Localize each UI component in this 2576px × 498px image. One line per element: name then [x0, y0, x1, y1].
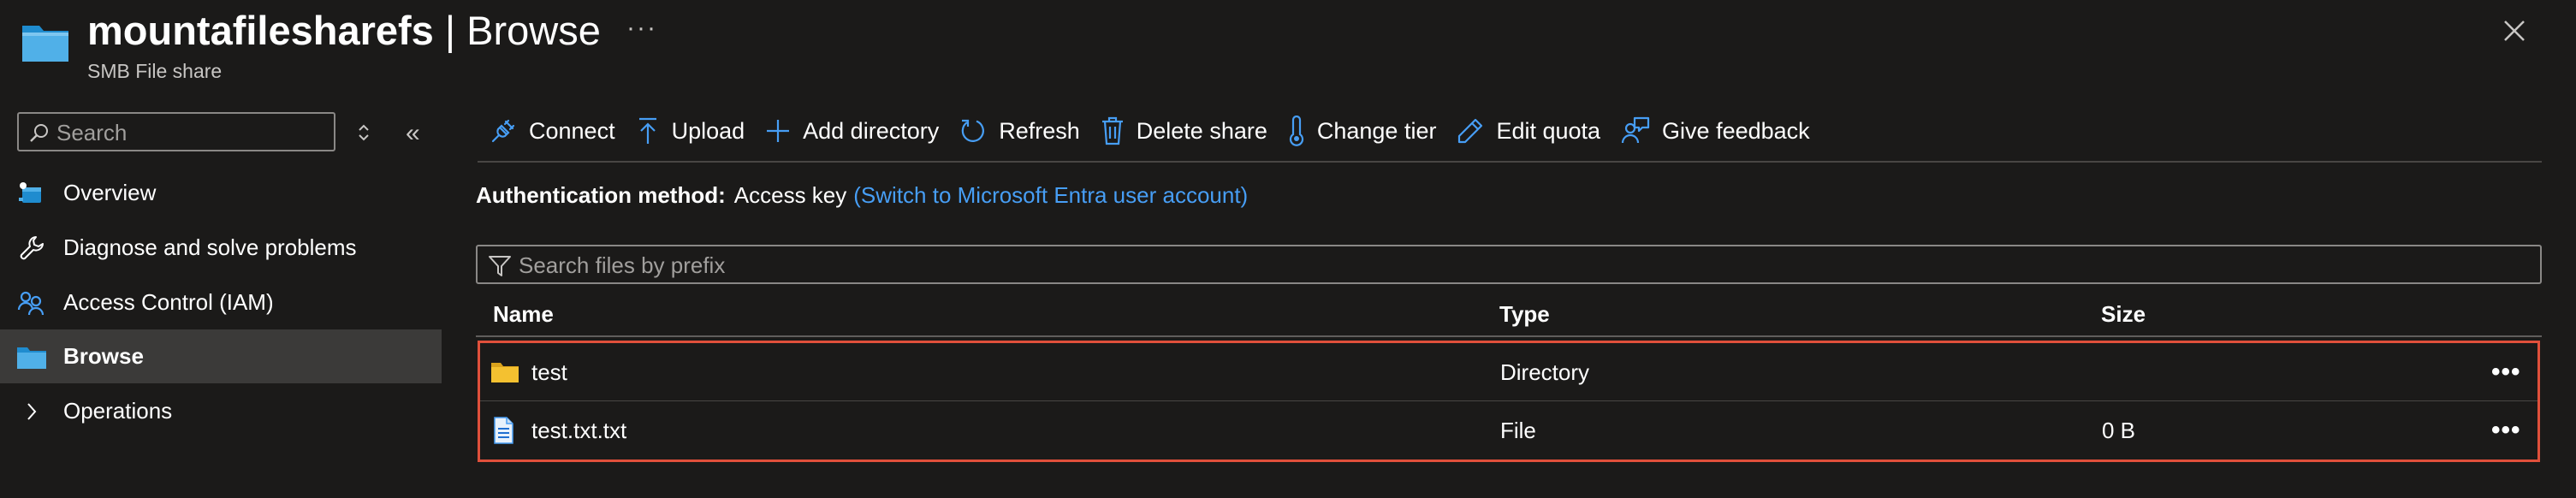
- sidebar-search-input[interactable]: [56, 119, 322, 146]
- file-prefix-search-input[interactable]: [519, 252, 2521, 279]
- close-button[interactable]: [2499, 15, 2530, 46]
- row-type: File: [1500, 417, 1536, 443]
- column-header-type[interactable]: Type: [1499, 301, 1550, 328]
- file-share-folder-icon: [21, 21, 70, 63]
- delete-share-button[interactable]: Delete share: [1090, 110, 1278, 152]
- sidebar-item-diagnose[interactable]: Diagnose and solve problems: [0, 221, 442, 275]
- upload-label: Upload: [671, 117, 745, 144]
- command-bar: Connect Upload Add directory Refresh Del…: [479, 110, 1820, 152]
- row-name-link[interactable]: test.txt.txt: [531, 401, 626, 459]
- file-filter[interactable]: [476, 245, 2542, 284]
- up-down-icon: [359, 124, 369, 141]
- row-more-button[interactable]: •••: [2491, 343, 2521, 401]
- sidebar-item-access-control[interactable]: Access Control (IAM): [0, 276, 442, 329]
- file-icon: [490, 401, 516, 459]
- auth-method-label: Authentication method:: [476, 182, 726, 208]
- overview-icon: [0, 181, 63, 206]
- plus-icon: [767, 120, 790, 142]
- give-feedback-button[interactable]: Give feedback: [1611, 110, 1820, 152]
- collapse-sidebar-button[interactable]: «: [406, 119, 420, 148]
- thermometer-icon: [1289, 116, 1303, 146]
- sidebar-item-overview[interactable]: Overview: [0, 166, 442, 220]
- sidebar-item-browse[interactable]: Browse: [0, 329, 442, 383]
- change-tier-button[interactable]: Change tier: [1278, 110, 1447, 152]
- column-header-name[interactable]: Name: [493, 301, 554, 328]
- table-header-divider: [476, 335, 2542, 337]
- delete-share-label: Delete share: [1136, 117, 1267, 144]
- page-name: Browse: [466, 8, 601, 53]
- wrench-icon: [0, 234, 63, 262]
- sort-toggle-button[interactable]: [354, 120, 373, 150]
- more-actions-button[interactable]: ···: [626, 14, 657, 43]
- sidebar-item-label: Diagnose and solve problems: [63, 234, 357, 260]
- table-row[interactable]: test.txt.txt File 0 B •••: [480, 401, 2537, 459]
- people-icon: [0, 289, 63, 317]
- pencil-icon: [1458, 118, 1483, 144]
- switch-auth-link[interactable]: (Switch to Microsoft Entra user account): [853, 182, 1248, 208]
- trash-icon: [1101, 116, 1123, 145]
- page-title: mountafilesharefs | Browse: [87, 5, 601, 56]
- toolbar-divider: [478, 161, 2542, 163]
- table-row[interactable]: test Directory •••: [480, 343, 2537, 401]
- refresh-icon: [961, 119, 985, 142]
- edit-quota-button[interactable]: Edit quota: [1446, 110, 1611, 152]
- search-icon: [30, 124, 48, 142]
- connect-label: Connect: [529, 117, 615, 144]
- feedback-person-icon: [1621, 116, 1650, 144]
- close-icon: [2504, 21, 2525, 41]
- change-tier-label: Change tier: [1316, 117, 1437, 144]
- sidebar-item-label: Overview: [63, 180, 157, 205]
- sidebar-item-operations[interactable]: Operations: [0, 384, 442, 438]
- give-feedback-label: Give feedback: [1662, 117, 1810, 144]
- plug-icon: [491, 119, 515, 143]
- sidebar-item-label: Access Control (IAM): [63, 289, 274, 315]
- filter-icon: [489, 256, 511, 276]
- add-directory-button[interactable]: Add directory: [755, 110, 949, 152]
- resource-name: mountafilesharefs: [87, 8, 434, 53]
- sidebar-item-label: Browse: [63, 343, 144, 369]
- authentication-method: Authentication method: Access key (Switch …: [476, 180, 1248, 210]
- sidebar-search[interactable]: [17, 112, 335, 151]
- folder-icon: [490, 343, 519, 401]
- upload-icon: [638, 117, 656, 144]
- title-separator: |: [433, 8, 467, 53]
- add-directory-label: Add directory: [803, 117, 940, 144]
- resource-type-subtitle: SMB File share: [87, 60, 223, 82]
- connect-button[interactable]: Connect: [479, 110, 626, 152]
- upload-button[interactable]: Upload: [626, 110, 756, 152]
- row-name-link[interactable]: test: [531, 343, 567, 401]
- row-more-button[interactable]: •••: [2491, 401, 2521, 459]
- row-size: 0 B: [2102, 417, 2136, 443]
- folder-icon: [0, 344, 63, 370]
- row-type: Directory: [1500, 359, 1590, 385]
- chevron-right-icon: [0, 400, 63, 424]
- edit-quota-label: Edit quota: [1496, 117, 1601, 144]
- refresh-button[interactable]: Refresh: [949, 110, 1090, 152]
- column-header-size[interactable]: Size: [2101, 301, 2146, 328]
- sidebar-item-label: Operations: [63, 398, 173, 424]
- auth-method-value: Access key: [733, 182, 847, 208]
- refresh-label: Refresh: [999, 117, 1080, 144]
